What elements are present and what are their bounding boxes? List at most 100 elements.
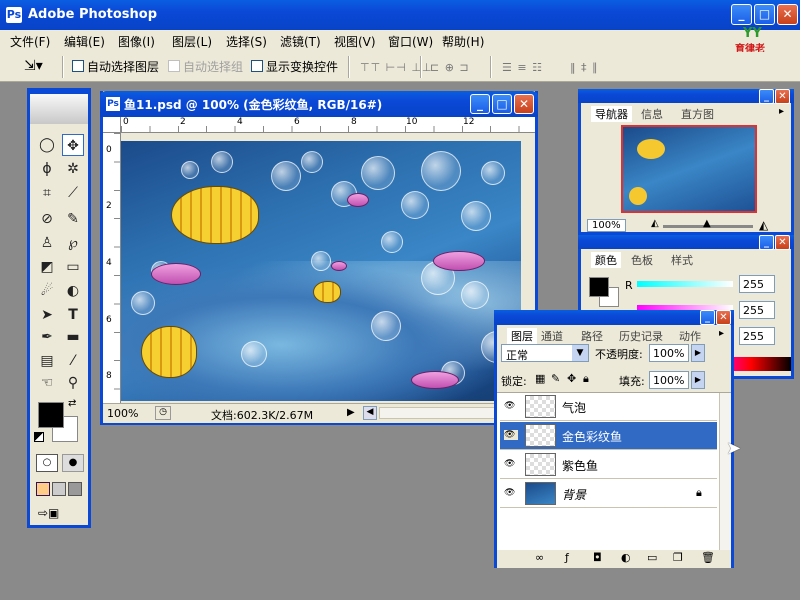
eyedropper-tool-icon[interactable]: ⁄ <box>62 350 84 372</box>
tab-info[interactable]: 信息 <box>641 106 663 122</box>
fill-field[interactable]: 100% <box>649 371 689 389</box>
notes-tool-icon[interactable]: ▤ <box>36 350 58 372</box>
distribute-horizontal-icons[interactable]: ‖ ‡ ∥ <box>570 61 599 74</box>
layer-style-icon[interactable]: ƒ <box>565 551 569 564</box>
menu-window[interactable]: 窗口(W) <box>388 33 433 50</box>
scroll-left-icon[interactable]: ◀ <box>363 406 377 420</box>
new-layer-icon[interactable]: ❐ <box>673 551 683 564</box>
lock-all-icon[interactable]: 🔒︎ <box>583 372 589 386</box>
fg-color-swatch[interactable] <box>589 277 609 297</box>
pen-tool-icon[interactable]: ✒ <box>36 326 58 348</box>
distribute-vertical-icons[interactable]: ☰ ≡ ☷ <box>502 61 543 74</box>
standard-mode-button[interactable]: ○ <box>36 454 58 472</box>
tab-paths[interactable]: 路径 <box>581 328 603 344</box>
doc-maximize-button[interactable]: □ <box>492 94 512 114</box>
tab-navigator[interactable]: 导航器 <box>591 106 632 122</box>
doc-close-button[interactable]: ✕ <box>514 94 534 114</box>
auto-select-layer-checkbox[interactable] <box>72 60 84 72</box>
history-brush-icon[interactable]: ℘ <box>62 232 84 254</box>
dodge-tool-icon[interactable]: ◐ <box>62 280 84 302</box>
tab-actions[interactable]: 动作 <box>679 328 701 344</box>
screen-mode-full-icon[interactable] <box>68 482 82 496</box>
default-colors-icon[interactable] <box>34 432 44 442</box>
layer-row-bubbles[interactable]: 👁︎ 气泡 <box>500 393 717 421</box>
new-group-icon[interactable]: ▭ <box>647 551 657 564</box>
menu-image[interactable]: 图像(I) <box>118 33 155 50</box>
show-transform-checkbox[interactable] <box>251 60 263 72</box>
menu-layer[interactable]: 图层(L) <box>172 33 212 50</box>
blue-value-field[interactable]: 255 <box>739 327 775 345</box>
navigator-thumbnail[interactable] <box>621 125 757 213</box>
link-layers-icon[interactable]: ∞ <box>535 551 544 564</box>
layers-close-button[interactable]: ✕ <box>716 310 731 325</box>
type-tool-icon[interactable]: T <box>62 304 84 326</box>
lock-position-icon[interactable]: ✥ <box>567 372 576 385</box>
gradient-tool-icon[interactable]: ▭ <box>62 256 84 278</box>
red-value-field[interactable]: 255 <box>739 275 775 293</box>
layers-minimize-button[interactable]: _ <box>700 310 715 325</box>
zoom-slider-thumb[interactable]: ▲ <box>703 218 711 229</box>
crop-tool-icon[interactable]: ⌗ <box>36 182 58 204</box>
marquee-tool-icon[interactable]: ◯ <box>36 134 58 156</box>
visibility-eye-icon[interactable]: 👁︎ <box>504 430 518 440</box>
navigator-close-button[interactable]: ✕ <box>775 89 790 104</box>
menu-edit[interactable]: 编辑(E) <box>64 33 105 50</box>
adjustment-layer-icon[interactable]: ◐ <box>621 551 631 564</box>
tab-layers[interactable]: 图层 <box>507 328 537 344</box>
red-slider[interactable] <box>637 281 733 287</box>
visibility-eye-icon[interactable]: 👁︎ <box>504 459 518 469</box>
zoom-level[interactable]: 100% <box>107 407 138 420</box>
slice-tool-icon[interactable]: ⟋ <box>62 182 84 204</box>
image-canvas[interactable] <box>121 141 521 401</box>
layer-row-background[interactable]: 👁︎ 背景 🔒︎ <box>500 480 717 508</box>
navigator-minimize-button[interactable]: _ <box>759 89 774 104</box>
lock-transparent-icon[interactable]: ▦ <box>535 372 545 385</box>
delete-layer-icon[interactable]: 🗑︎ <box>701 551 715 564</box>
color-minimize-button[interactable]: _ <box>759 235 774 250</box>
status-menu-arrow-icon[interactable]: ▶ <box>347 407 355 418</box>
move-tool-icon[interactable]: ✥ <box>62 134 84 156</box>
hand-tool-icon[interactable]: ☜ <box>36 372 58 394</box>
zoom-out-icon[interactable]: ◭ <box>651 218 659 229</box>
layer-row-golden-fish[interactable]: 👁︎ 金色彩纹鱼 <box>500 422 717 450</box>
blur-tool-icon[interactable]: ☄ <box>36 280 58 302</box>
menu-file[interactable]: 文件(F) <box>10 33 50 50</box>
fill-arrow-icon[interactable]: ▶ <box>691 371 705 389</box>
layers-vertical-scrollbar[interactable] <box>719 393 731 551</box>
path-select-icon[interactable]: ➤ <box>36 304 58 326</box>
jump-to-imageready-icon[interactable]: ⇨▣ <box>38 506 78 524</box>
minimize-button[interactable]: _ <box>731 4 752 25</box>
lock-pixels-icon[interactable]: ✎ <box>551 372 560 385</box>
close-button[interactable]: ✕ <box>777 4 798 25</box>
zoom-tool-icon[interactable]: ⚲ <box>62 372 84 394</box>
quickmask-mode-button[interactable]: ● <box>62 454 84 472</box>
visibility-eye-icon[interactable]: 👁︎ <box>504 401 518 411</box>
tab-color[interactable]: 颜色 <box>591 252 621 268</box>
tab-histogram[interactable]: 直方图 <box>681 106 714 122</box>
panel-menu-icon[interactable]: ▸ <box>779 106 784 117</box>
foreground-color-swatch[interactable] <box>38 402 64 428</box>
screen-mode-standard-icon[interactable] <box>36 482 50 496</box>
tab-swatches[interactable]: 色板 <box>631 252 653 268</box>
tab-history[interactable]: 历史记录 <box>619 328 663 344</box>
screen-mode-full-menu-icon[interactable] <box>52 482 66 496</box>
menu-select[interactable]: 选择(S) <box>226 33 267 50</box>
shape-tool-icon[interactable]: ▬ <box>62 326 84 348</box>
menu-view[interactable]: 视图(V) <box>334 33 376 50</box>
navigator-zoom-value[interactable]: 100% <box>587 219 626 232</box>
zoom-in-icon[interactable]: ◭ <box>759 218 768 232</box>
opacity-arrow-icon[interactable]: ▶ <box>691 344 705 362</box>
color-close-button[interactable]: ✕ <box>775 235 790 250</box>
layers-panel-menu-icon[interactable]: ▸ <box>719 328 724 339</box>
magic-wand-tool-icon[interactable]: ✲ <box>62 158 84 180</box>
tab-styles[interactable]: 样式 <box>671 252 693 268</box>
green-value-field[interactable]: 255 <box>739 301 775 319</box>
healing-brush-icon[interactable]: ⊘ <box>36 208 58 230</box>
layer-row-purple-fish[interactable]: 👁︎ 紫色鱼 <box>500 451 717 479</box>
menu-filter[interactable]: 滤镜(T) <box>280 33 321 50</box>
blend-mode-select[interactable]: 正常 ▼ <box>501 344 589 362</box>
maximize-button[interactable]: □ <box>754 4 775 25</box>
layer-mask-icon[interactable]: ◘ <box>593 551 602 564</box>
menu-help[interactable]: 帮助(H) <box>442 33 484 50</box>
opacity-field[interactable]: 100% <box>649 344 689 362</box>
